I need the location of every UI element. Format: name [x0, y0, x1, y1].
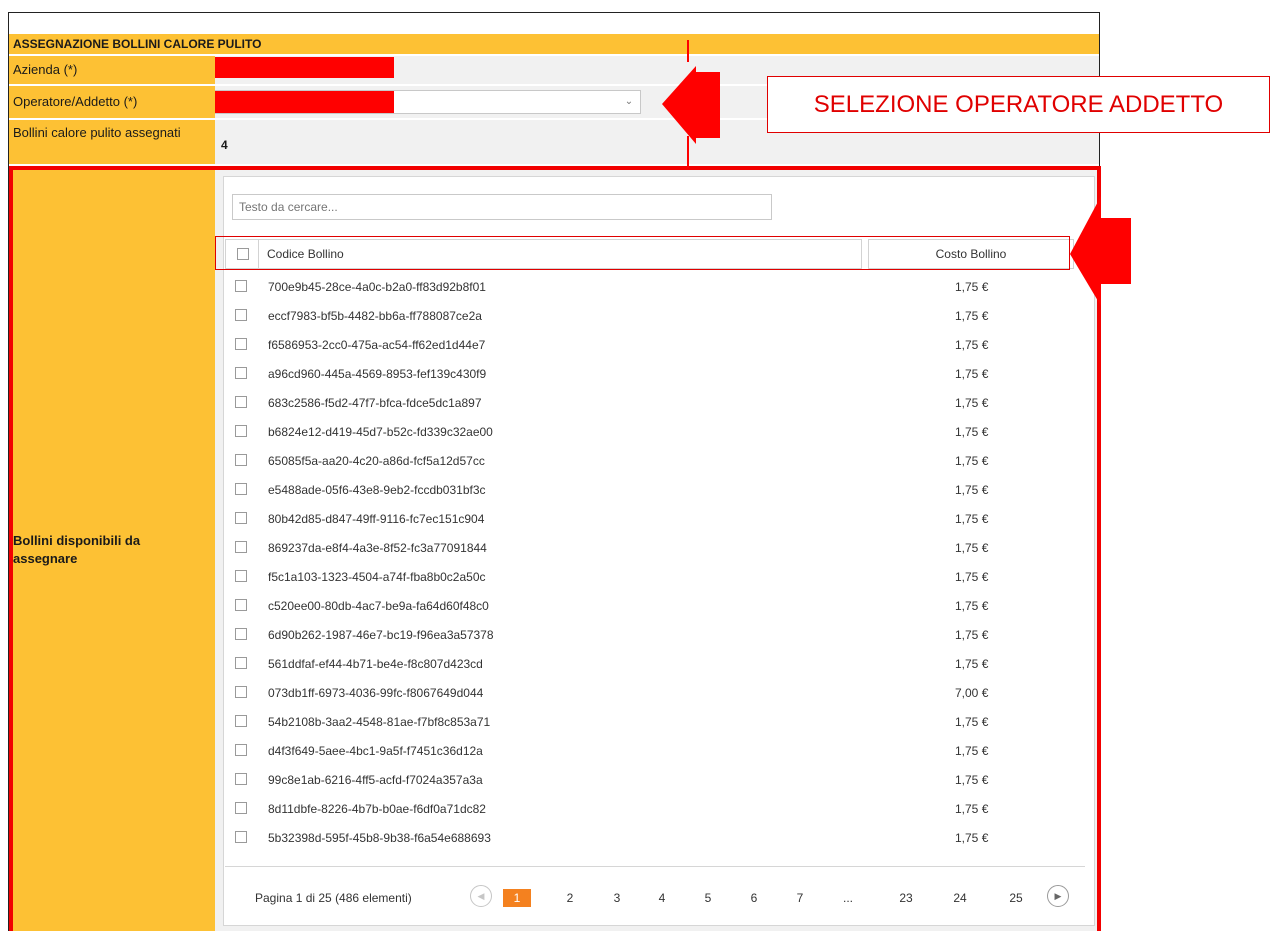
- chevron-down-icon[interactable]: ⌄: [618, 91, 640, 113]
- azienda-redaction: [215, 57, 394, 78]
- annotation-callout: SELEZIONE OPERATORE ADDETTO: [767, 76, 1270, 133]
- operatore-label: Operatore/Addetto (*): [9, 86, 215, 118]
- assegnati-label: Bollini calore pulito assegnati: [9, 120, 215, 164]
- form-title: ASSEGNAZIONE BOLLINI CALORE PULITO: [9, 34, 1099, 54]
- available-list-highlight-box: [9, 166, 1101, 931]
- operatore-redaction: [215, 91, 394, 113]
- azienda-label: Azienda (*): [9, 56, 215, 84]
